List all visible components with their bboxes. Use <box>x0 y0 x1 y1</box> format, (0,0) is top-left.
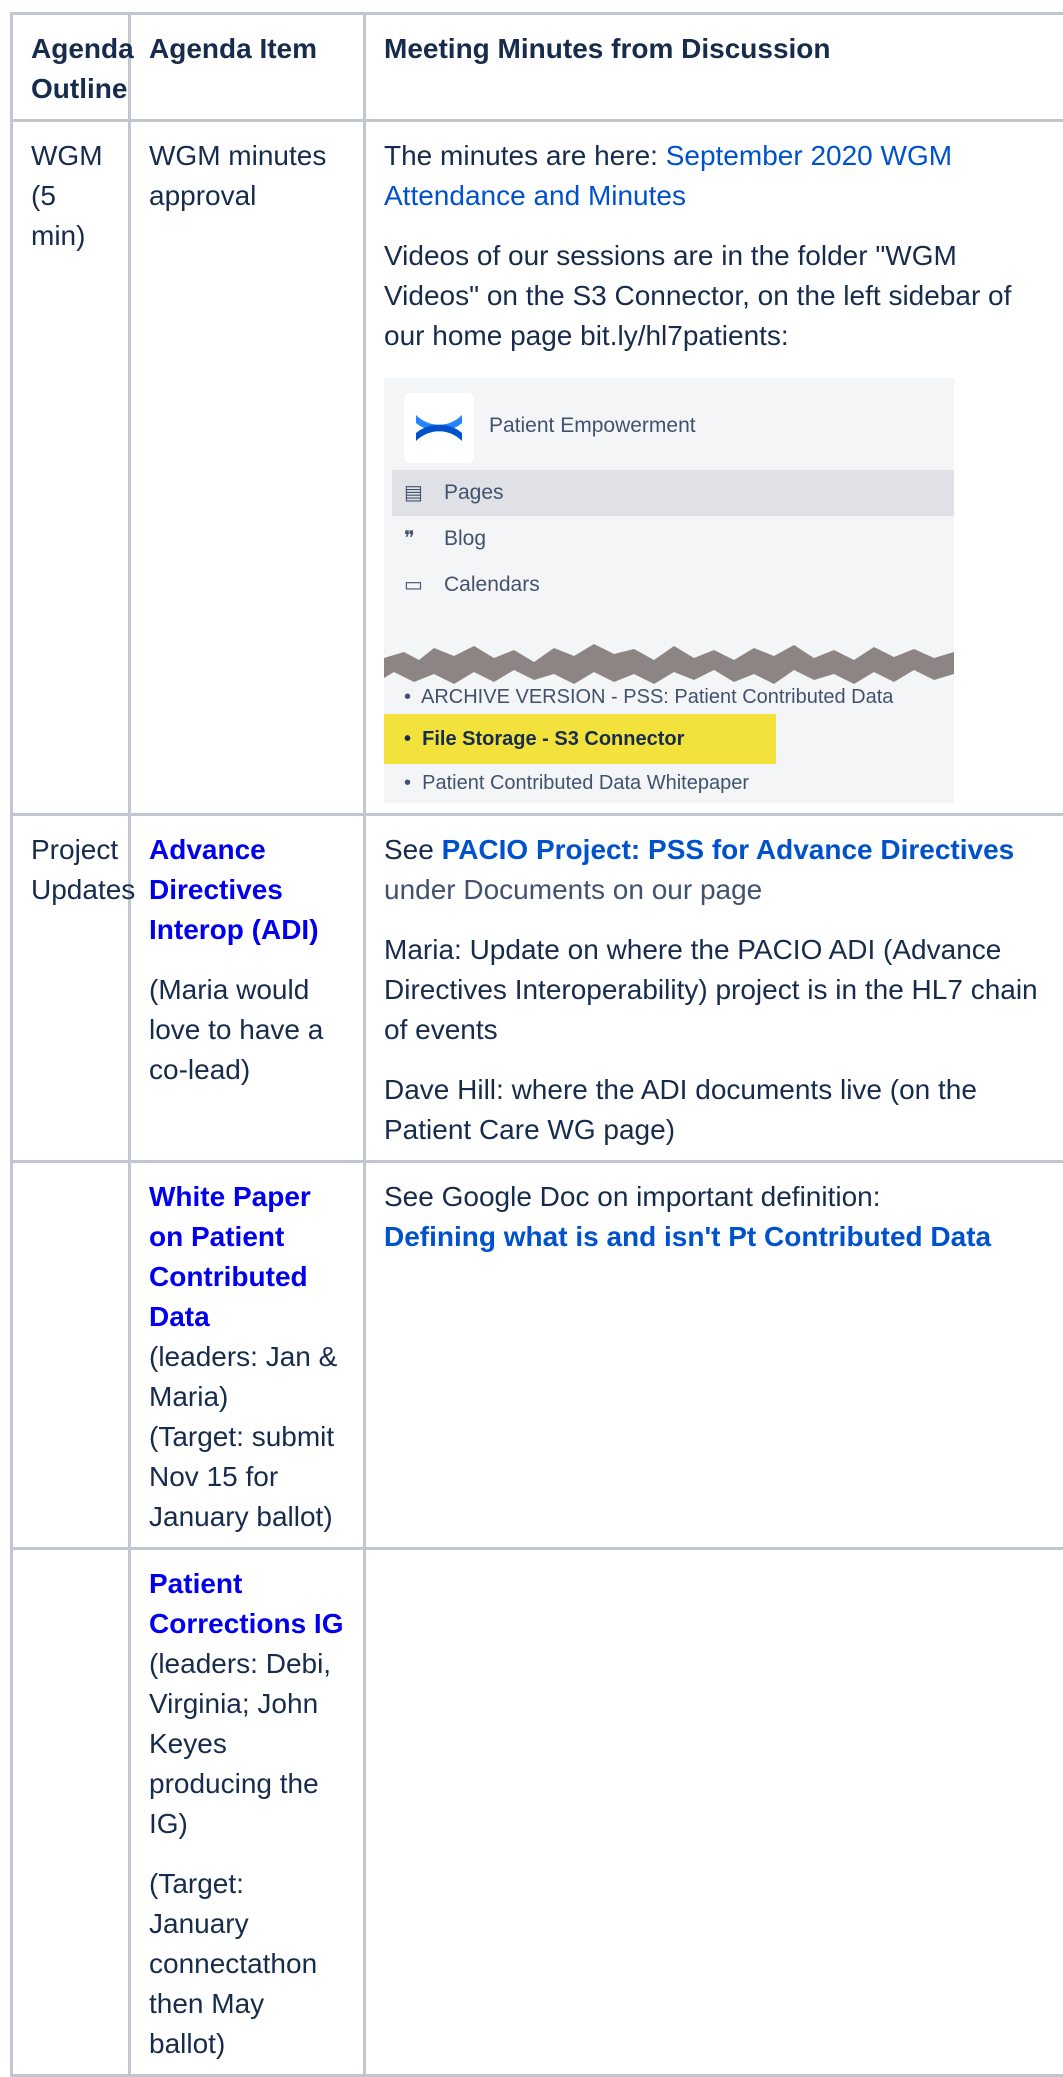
cell-outline <box>12 1162 130 1549</box>
pacio-link[interactable]: PACIO Project: PSS for Advance Directive… <box>442 834 1015 865</box>
cell-item: WGM minutes approval <box>130 121 365 815</box>
confluence-logo <box>404 393 474 463</box>
see-line: See PACIO Project: PSS for Advance Direc… <box>384 830 1047 910</box>
header-meeting-minutes: Meeting Minutes from Discussion <box>365 14 1063 121</box>
videos-text: Videos of our sessions are in the folder… <box>384 236 1047 356</box>
cell-outline <box>12 1549 130 2076</box>
white-paper-link[interactable]: White Paper on Patient Contributed Data <box>149 1177 345 1337</box>
dave-note: Dave Hill: where the ADI documents live … <box>384 1070 1047 1150</box>
nav-label: Blog <box>444 526 486 552</box>
sidebar-screenshot: Patient Empowerment ▤ Pages ❞ Blog ▭ Cal… <box>384 378 954 803</box>
cell-item: Advance Directives Interop (ADI) (Maria … <box>130 815 365 1162</box>
header-agenda-item: Agenda Item <box>130 14 365 121</box>
cell-minutes: See Google Doc on important definition: … <box>365 1162 1063 1549</box>
definition-doc-link[interactable]: Defining what is and isn't Pt Contribute… <box>384 1217 1047 1257</box>
nav-blog: ❞ Blog <box>392 516 954 562</box>
list-item: • ARCHIVE VERSION - PSS: Patient Contrib… <box>404 684 893 710</box>
item-note: (Maria would love to have a co-lead) <box>149 970 345 1090</box>
table-row-corrections: Patient Corrections IG (leaders: Debi, V… <box>12 1549 1063 2076</box>
leaders-text: (leaders: Jan & Maria) <box>149 1337 345 1417</box>
nav-calendars: ▭ Calendars <box>392 562 954 608</box>
cell-minutes: The minutes are here: September 2020 WGM… <box>365 121 1063 815</box>
nav-label: Pages <box>444 480 504 506</box>
maria-note: Maria: Update on where the PACIO ADI (Ad… <box>384 930 1047 1050</box>
nav-pages: ▤ Pages <box>392 470 954 516</box>
cell-outline: WGM (5 min) <box>12 121 130 815</box>
cell-item: White Paper on Patient Contributed Data … <box>130 1162 365 1549</box>
cell-outline: Project Updates <box>12 815 130 1162</box>
table-row-wgm: WGM (5 min) WGM minutes approval The min… <box>12 121 1063 815</box>
torn-edge <box>384 640 954 690</box>
target-text: (Target: submit Nov 15 for January ballo… <box>149 1417 345 1537</box>
space-name: Patient Empowerment <box>489 413 696 439</box>
list-item-highlighted: • File Storage - S3 Connector <box>404 726 684 752</box>
cell-minutes: See PACIO Project: PSS for Advance Direc… <box>365 815 1063 1162</box>
target-text: (Target: January connectathon then May b… <box>149 1864 345 2064</box>
agenda-table: Agenda Outline Agenda Item Meeting Minut… <box>10 12 1063 2077</box>
cell-minutes <box>365 1549 1063 2076</box>
nav-label: Calendars <box>444 572 540 598</box>
corrections-ig-link[interactable]: Patient Corrections IG <box>149 1564 345 1644</box>
list-item: • Patient Contributed Data Whitepaper <box>404 770 749 796</box>
blog-icon: ❞ <box>404 526 432 552</box>
header-agenda-outline: Agenda Outline <box>12 14 130 121</box>
header-row: Agenda Outline Agenda Item Meeting Minut… <box>12 14 1063 121</box>
table-row-white-paper: White Paper on Patient Contributed Data … <box>12 1162 1063 1549</box>
calendar-icon: ▭ <box>404 572 432 598</box>
adi-link[interactable]: Advance Directives Interop (ADI) <box>149 834 319 945</box>
minutes-line: The minutes are here: September 2020 WGM… <box>384 136 1047 216</box>
minutes-prefix: The minutes are here: <box>384 140 666 171</box>
table-row-project-updates: Project Updates Advance Directives Inter… <box>12 815 1063 1162</box>
leaders-text: (leaders: Debi, Virginia; John Keyes pro… <box>149 1644 345 1844</box>
pages-icon: ▤ <box>404 480 432 506</box>
doc-text: See Google Doc on important definition: <box>384 1177 1047 1217</box>
cell-item: Patient Corrections IG (leaders: Debi, V… <box>130 1549 365 2076</box>
